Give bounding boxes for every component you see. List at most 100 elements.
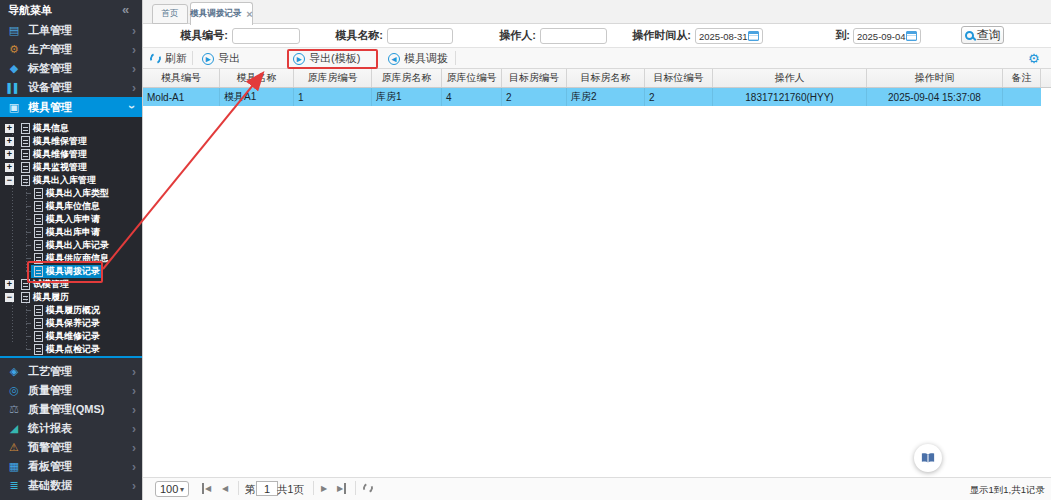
refresh-button[interactable]: ↻刷新 [150, 50, 187, 67]
sidebar-item-mold[interactable]: ▣模具管理› [0, 97, 142, 117]
tree-item-inout-type[interactable]: 模具出入库类型 [0, 187, 142, 200]
expand-icon[interactable]: + [5, 150, 14, 159]
cell-dst-room-name[interactable]: 库房2 [567, 88, 645, 106]
mold-transfer-button[interactable]: ◂模具调拨 [388, 50, 448, 67]
cell-remark[interactable] [1003, 88, 1041, 106]
sidebar-item-base-data[interactable]: ≣基础数据› [0, 476, 142, 495]
page: 导航菜单 « ▤工单管理› ⚙生产管理› ◆标签管理› ▌▌设备管理› ▣模具管… [0, 0, 1051, 500]
total-pages-label: 共1页 [277, 484, 304, 495]
kanban-icon: ▦ [7, 460, 21, 473]
col-header-mold-name[interactable]: 模具名称 [220, 69, 294, 87]
cell-op-time[interactable]: 2025-09-04 15:37:08 [867, 88, 1003, 106]
cell-operator[interactable]: 18317121760(HYY) [713, 88, 867, 106]
cell-mold-no[interactable]: Mold-A1 [143, 88, 220, 106]
cell-mold-name[interactable]: 模具A1 [220, 88, 294, 106]
time-to-label: 到: [826, 24, 850, 47]
page-size-select[interactable]: 100▾ [155, 481, 189, 497]
col-header-op-time[interactable]: 操作时间 [867, 69, 1003, 87]
document-icon [34, 344, 43, 355]
tree-item-mold-maintain[interactable]: +模具维保管理 [0, 135, 142, 148]
equipment-icon: ▌▌ [7, 83, 21, 93]
time-to-input[interactable]: 2025-09-04 [853, 28, 921, 44]
expand-icon[interactable]: + [5, 137, 14, 146]
tree-item-history-overview[interactable]: 模具履历概况 [0, 304, 142, 317]
sidebar-collapse-icon[interactable]: « [122, 2, 129, 17]
sidebar-item-quality[interactable]: ◎质量管理› [0, 381, 142, 400]
tree-item-check-record[interactable]: 模具点检记录 [0, 343, 142, 356]
prev-page-button[interactable]: ◀ [222, 483, 228, 494]
col-header-dst-room-no[interactable]: 目标房编号 [502, 69, 567, 87]
sidebar-item-production[interactable]: ⚙生产管理› [0, 40, 142, 59]
cell-src-room-name[interactable]: 库房1 [372, 88, 442, 106]
col-header-src-room-no[interactable]: 原库房编号 [294, 69, 372, 87]
first-page-button[interactable]: ◀ [202, 483, 211, 494]
tree-item-in-apply[interactable]: 模具入库申请 [0, 213, 142, 226]
tree-item-care-record[interactable]: 模具保养记录 [0, 317, 142, 330]
cell-src-loc-no[interactable]: 4 [442, 88, 502, 106]
document-icon [34, 318, 43, 329]
cell-dst-loc-no[interactable]: 2 [645, 88, 713, 106]
col-header-src-loc-no[interactable]: 原库位编号 [442, 69, 502, 87]
tree-item-out-apply[interactable]: 模具出库申请 [0, 226, 142, 239]
col-header-src-room-name[interactable]: 原库房名称 [372, 69, 442, 87]
time-from-input[interactable]: 2025-08-31 [695, 28, 763, 44]
sidebar-item-qms[interactable]: ⚖质量管理(QMS)› [0, 400, 142, 419]
sidebar-item-report[interactable]: ◢统计报表› [0, 419, 142, 438]
record-status: 显示1到1,共1记录 [970, 484, 1046, 495]
caret-down-icon: ▾ [180, 485, 184, 494]
col-header-dst-loc-no[interactable]: 目标位编号 [645, 69, 713, 87]
book-icon [921, 452, 935, 464]
calendar-icon[interactable] [748, 31, 759, 41]
expand-icon[interactable]: + [5, 124, 14, 133]
chevron-down-icon: › [125, 105, 139, 109]
sidebar-item-equipment[interactable]: ▌▌设备管理› [0, 78, 142, 97]
operator-input[interactable] [540, 28, 607, 44]
tree-item-inout-record[interactable]: 模具出入库记录 [0, 239, 142, 252]
page-label: 第 [245, 484, 256, 495]
document-icon [21, 162, 30, 173]
document-icon [34, 214, 43, 225]
next-page-button[interactable]: ▶ [321, 483, 327, 494]
tree-item-mold-info[interactable]: +模具信息 [0, 122, 142, 135]
mold-name-input[interactable] [387, 28, 453, 44]
sidebar-item-alert[interactable]: ⚠预警管理› [0, 438, 142, 457]
document-icon [21, 175, 30, 186]
tree-item-repair-record[interactable]: 模具维修记录 [0, 330, 142, 343]
tree-item-storage-loc[interactable]: 模具库位信息 [0, 200, 142, 213]
collapse-minus-icon[interactable]: − [5, 293, 14, 302]
operator-label: 操作人: [470, 24, 536, 47]
tab-transfer-record[interactable]: 模具调拨记录× [190, 2, 253, 25]
sidebar-item-process[interactable]: ◈工艺管理› [0, 362, 142, 381]
sidebar-title: 导航菜单 [8, 3, 52, 18]
expand-icon[interactable]: + [5, 163, 14, 172]
last-page-button[interactable]: ▶ [337, 483, 346, 494]
tree-item-mold-monitor[interactable]: +模具监视管理 [0, 161, 142, 174]
tree-item-mold-inout-mgmt[interactable]: −模具出入库管理 [0, 174, 142, 187]
help-book-button[interactable] [914, 444, 942, 472]
collapse-minus-icon[interactable]: − [5, 176, 14, 185]
gear-icon[interactable]: ⚙ [1028, 50, 1040, 67]
cell-dst-room-no[interactable]: 2 [502, 88, 567, 106]
tab-home[interactable]: 首页 [152, 4, 188, 24]
sidebar-item-label[interactable]: ◆标签管理› [0, 59, 142, 78]
page-number-input[interactable] [256, 481, 278, 496]
tree-item-mold-history[interactable]: −模具履历 [0, 291, 142, 304]
sidebar-item-work-order[interactable]: ▤工单管理› [0, 21, 142, 40]
chevron-right-icon: › [132, 24, 136, 38]
expand-icon[interactable]: + [5, 280, 14, 289]
mold-icon: ▣ [7, 101, 21, 114]
calendar-icon[interactable] [906, 31, 917, 41]
col-header-dst-room-name[interactable]: 目标房名称 [567, 69, 645, 87]
col-header-remark[interactable]: 备注 [1003, 69, 1041, 87]
cell-src-room-no[interactable]: 1 [294, 88, 372, 106]
export-button[interactable]: ▸导出 [202, 50, 240, 67]
tree-item-mold-repair[interactable]: +模具维修管理 [0, 148, 142, 161]
sidebar-item-kanban[interactable]: ▦看板管理› [0, 457, 142, 476]
tab-close-icon[interactable]: × [246, 8, 252, 20]
col-header-operator[interactable]: 操作人 [713, 69, 867, 87]
document-icon [34, 240, 43, 251]
query-button[interactable]: 查询 [961, 26, 1004, 44]
mold-no-input[interactable] [232, 28, 300, 44]
col-header-mold-no[interactable]: 模具编号 [143, 69, 220, 87]
time-from-label: 操作时间从: [610, 24, 691, 47]
